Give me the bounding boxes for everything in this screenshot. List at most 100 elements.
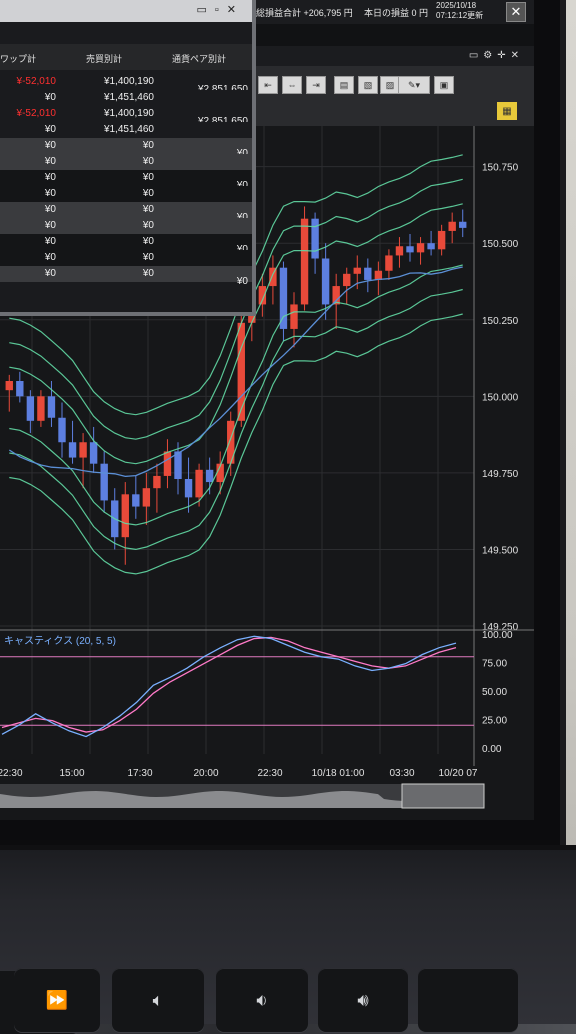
cell-buysell: ¥0 [142, 268, 154, 279]
price-tick-label: 150.000 [482, 392, 519, 403]
candle-body [26, 396, 35, 421]
time-tick-label: 10/18 01:00 [312, 768, 365, 779]
time-tick-label: 20:00 [193, 768, 218, 779]
cell-swap: ¥-52,010 [16, 108, 56, 119]
remove-indicator-icon[interactable]: ▨ [380, 76, 400, 94]
candle-body [121, 494, 129, 538]
key-rewind[interactable]: ⏩ [14, 968, 100, 1032]
table-row: ¥0 ¥0 [0, 154, 252, 170]
candle-body [300, 218, 309, 305]
candle-body [184, 479, 193, 498]
cell-buysell: ¥0 [142, 236, 154, 247]
candle-body [459, 221, 467, 228]
price-tick-label: 150.750 [482, 163, 519, 174]
chart-window-header: ▭⚙✛✕ [252, 46, 534, 66]
edit-indicator-icon[interactable]: ▧ [358, 76, 378, 94]
table-row: ¥0¥0¥0 [0, 170, 252, 191]
key-volume-down[interactable]: 🔉︎ [216, 968, 308, 1032]
candle-body [89, 442, 98, 464]
cell-swap: ¥0 [44, 252, 56, 263]
stoch-tick-label: 25.00 [482, 716, 507, 727]
time-tick-label: 22:30 [0, 768, 23, 779]
key-volume-up[interactable]: 🔊︎ [318, 968, 408, 1032]
candle-body [353, 267, 361, 274]
candle-body [237, 322, 245, 421]
cell-buysell: ¥1,400,190 [103, 76, 154, 87]
header-buysell: 売買別計 [86, 54, 123, 64]
close-button[interactable]: ✕ [506, 2, 526, 22]
candle-body [195, 469, 203, 498]
candle-body [205, 469, 214, 483]
panel-titlebar: ▭▫✕ [0, 0, 252, 22]
cell-buysell: ¥1,400,190 [103, 108, 154, 119]
stoch-tick-label: 50.00 [482, 687, 507, 698]
laptop-keyboard: ⏩ 🔈︎ 🔉︎ 🔊︎ [0, 850, 576, 1034]
cell-buysell: ¥0 [142, 252, 154, 263]
table-row: ¥0 ¥1,451,460 [0, 90, 252, 106]
scrollbar-thumb [401, 783, 485, 809]
cell-buysell: ¥0 [142, 156, 154, 167]
position-summary-window[interactable]: ▭▫✕ ワップ計 売買別計 通貨ペア別計 ¥-52,010 ¥1,400,190 ¥… [0, 0, 256, 316]
cell-swap: ¥0 [44, 188, 56, 199]
cell-buysell: ¥0 [142, 140, 154, 151]
zoom-in-icon[interactable]: ⇤ [258, 76, 278, 94]
table-row: ¥0 ¥0 [0, 186, 252, 202]
key-power[interactable] [418, 968, 518, 1032]
cell-buysell: ¥1,451,460 [103, 124, 154, 135]
table-row: ¥-52,010¥1,400,190¥2,851,650 [0, 74, 252, 95]
today-pl: 本日の損益 0 円 [364, 8, 429, 18]
stoch-tick-label: 75.00 [482, 659, 507, 670]
laptop-screen: 150.750 150.500 150.250 150.000 149.750 149.5… [0, 0, 534, 820]
candle-body [311, 218, 319, 259]
cell-buysell: ¥1,451,460 [103, 92, 154, 103]
cell-swap: ¥0 [44, 268, 56, 279]
table-row: ¥0 ¥0 [0, 250, 252, 266]
fast-forward-icon: ⏩ [45, 989, 69, 1011]
speaker-icon: 🔈︎ [152, 989, 164, 1011]
zoom-out-icon[interactable]: ⇔ [282, 76, 302, 94]
scroll-right-icon[interactable]: ⇥ [306, 76, 326, 94]
time-tick-label: 17:30 [127, 768, 152, 779]
candle-body [427, 243, 435, 250]
candle-body [437, 230, 446, 250]
table-row: ¥0 ¥0 ¥0 [0, 266, 252, 287]
window-controls-icon[interactable]: ▭⚙✛✕ [469, 50, 524, 61]
cell-swap: ¥0 [44, 220, 56, 231]
candle-body [364, 267, 372, 280]
candle-body [374, 270, 383, 280]
candle-body [79, 442, 87, 458]
candle-body [385, 255, 393, 271]
header-swap: ワップ計 [0, 54, 37, 64]
cell-buysell: ¥0 [142, 172, 154, 183]
candle-body [132, 494, 140, 507]
cell-swap: ¥0 [44, 156, 56, 167]
update-timestamp: 2025/10/18 07:12:12更新 [436, 1, 483, 21]
cell-buysell: ¥0 [142, 204, 154, 215]
grid-toggle-icon[interactable]: ▦ [497, 102, 517, 120]
table-row: ¥0¥0¥0 [0, 138, 252, 159]
cell-swap: ¥0 [44, 172, 56, 183]
panel-window-controls-icon[interactable]: ▭▫✕ [196, 3, 244, 16]
candle-body [395, 246, 404, 256]
candle-body [279, 267, 288, 329]
candle-body [321, 258, 330, 305]
candle-body [5, 381, 13, 391]
candle-body [153, 475, 161, 489]
candle-body [343, 273, 351, 287]
cell-swap: ¥0 [44, 236, 56, 247]
screenshot-icon[interactable]: ▣ [434, 76, 454, 94]
candle-body [47, 396, 56, 418]
panel-table-header: ワップ計 売買別計 通貨ペア別計 [0, 44, 252, 70]
add-indicator-icon[interactable]: ▤ [334, 76, 354, 94]
key-mute[interactable]: 🔈︎ [112, 968, 204, 1032]
table-row: ¥0 ¥0 [0, 218, 252, 234]
chart-toolbar: ⇤ ⇔ ⇥ ▤ ▧ ▨ ✎▾ ▣ [252, 66, 534, 126]
table-row: ¥0 ¥1,451,460 [0, 122, 252, 138]
price-tick-label: 149.750 [482, 469, 519, 480]
draw-tool-icon[interactable]: ✎▾ [398, 76, 430, 94]
candle-body [37, 396, 45, 421]
volume-high-icon: 🔊︎ [357, 989, 369, 1011]
time-tick-label: 22:30 [257, 768, 282, 779]
update-date: 2025/10/18 [436, 1, 477, 10]
cell-pair: ¥0 [236, 276, 248, 287]
